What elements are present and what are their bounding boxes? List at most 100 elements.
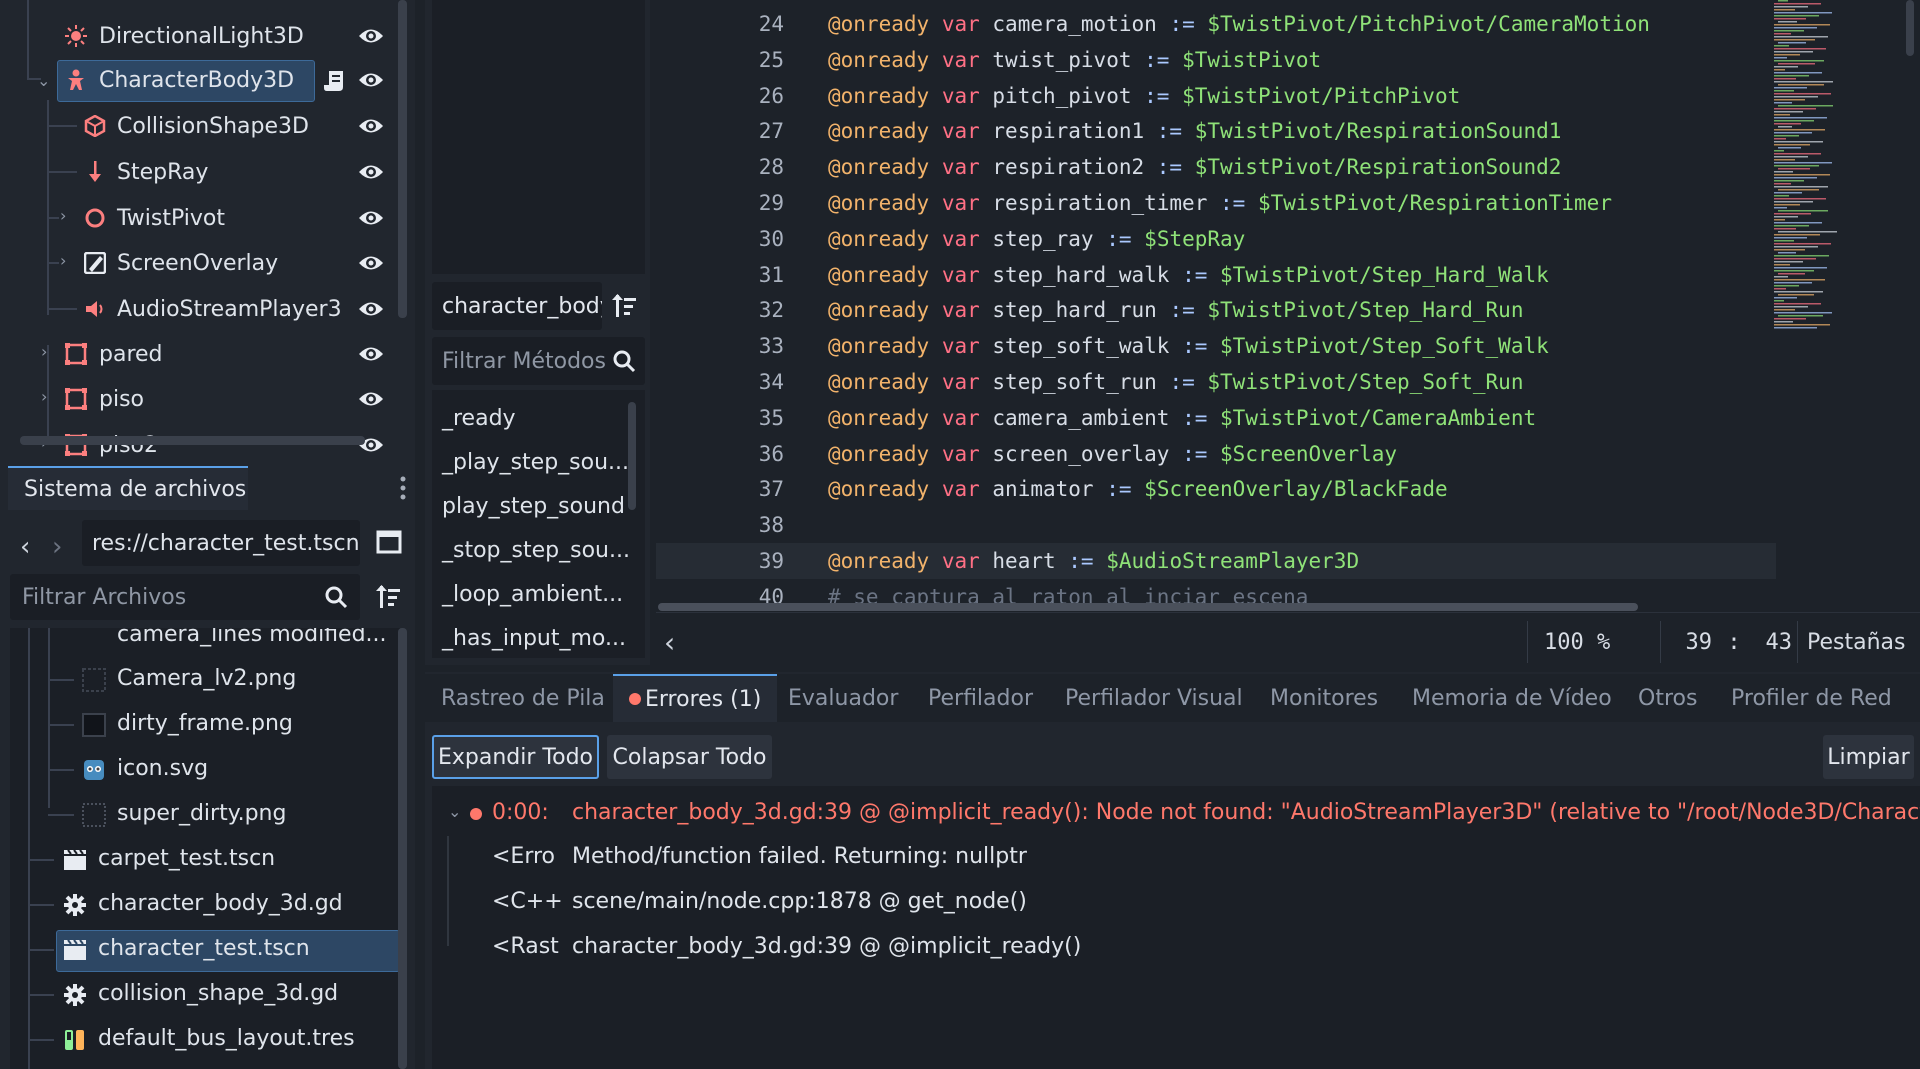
line-number[interactable]: 39: [656, 549, 784, 573]
code-line[interactable]: 25 @onready var twist_pivot := $TwistPivo…: [656, 42, 1776, 78]
sort-icon[interactable]: [376, 584, 402, 610]
tree-item-collisionshape3d[interactable]: CollisionShape3D: [0, 104, 410, 148]
visibility-eye-icon[interactable]: [358, 252, 384, 274]
line-number[interactable]: 27: [656, 119, 784, 143]
line-number[interactable]: 26: [656, 84, 784, 108]
tab-network-profiler[interactable]: Profiler de Red: [1731, 674, 1892, 722]
kebab-menu-icon[interactable]: [400, 476, 406, 500]
tree-item-characterbody3d[interactable]: ⌄ CharacterBody3D: [0, 58, 410, 102]
code-line[interactable]: 29 @onready var respiration_timer := $Twi…: [656, 185, 1776, 221]
vertical-scrollbar[interactable]: [398, 0, 407, 318]
error-detail-row[interactable]: <C++ scene/main/node.cpp:1878 @ get_node…: [440, 881, 1920, 925]
error-detail-row[interactable]: <Erro Method/function failed. Returning:…: [440, 836, 1920, 880]
tab-stack-trace[interactable]: Rastreo de Pila: [441, 674, 605, 722]
line-number[interactable]: 38: [656, 513, 784, 537]
file-item[interactable]: carpet_test.tscn: [10, 838, 400, 882]
tree-item-pared[interactable]: › pared: [0, 332, 410, 376]
chevron-down-icon[interactable]: ⌄: [448, 802, 461, 821]
toggle-panel-arrow-icon[interactable]: ‹: [664, 613, 675, 671]
clear-button[interactable]: Limpiar: [1823, 735, 1914, 779]
indent-mode[interactable]: Pestañas: [1807, 613, 1905, 671]
method-item[interactable]: _play_step_sou...: [442, 450, 629, 475]
zoom-level[interactable]: 100 %: [1544, 613, 1610, 671]
tab-video-memory[interactable]: Memoria de Vídeo: [1412, 674, 1612, 722]
line-number[interactable]: 29: [656, 191, 784, 215]
file-item[interactable]: collision_shape_3d.gd: [10, 973, 400, 1017]
code-line[interactable]: 26 @onready var pitch_pivot := $TwistPivo…: [656, 78, 1776, 114]
file-item[interactable]: icon.svg: [10, 748, 400, 792]
forward-arrow-icon[interactable]: ›: [52, 532, 62, 562]
file-item-selected[interactable]: character_test.tscn: [10, 928, 400, 972]
visibility-eye-icon[interactable]: [358, 115, 384, 137]
error-item[interactable]: ⌄ 0:00: character_body_3d.gd:39 @ @impli…: [440, 792, 1920, 836]
code-line[interactable]: 27 @onready var respiration1 := $TwistPiv…: [656, 113, 1776, 149]
vertical-scrollbar[interactable]: [628, 402, 636, 510]
tree-item-twistpivot[interactable]: › TwistPivot: [0, 196, 410, 240]
tree-item-audiostreamplayer3d[interactable]: AudioStreamPlayer3: [0, 287, 410, 331]
tree-item-screenoverlay[interactable]: › ScreenOverlay: [0, 241, 410, 285]
visibility-eye-icon[interactable]: [358, 343, 384, 365]
line-number[interactable]: 24: [656, 12, 784, 36]
line-number[interactable]: 31: [656, 263, 784, 287]
line-number[interactable]: 36: [656, 442, 784, 466]
visibility-eye-icon[interactable]: [358, 207, 384, 229]
chevron-right-icon[interactable]: ›: [41, 387, 47, 406]
filesystem-tab[interactable]: Sistema de archivos: [8, 466, 248, 510]
chevron-right-icon[interactable]: ›: [60, 251, 66, 270]
vertical-scrollbar[interactable]: [398, 628, 407, 1069]
method-item[interactable]: _ready: [442, 406, 516, 431]
line-number[interactable]: 28: [656, 155, 784, 179]
code-line[interactable]: 28 @onready var respiration2 := $TwistPiv…: [656, 149, 1776, 185]
chevron-right-icon[interactable]: ›: [60, 206, 66, 225]
tree-item-piso[interactable]: › piso: [0, 377, 410, 421]
file-item[interactable]: super_dirty.png: [10, 793, 400, 837]
line-number[interactable]: 34: [656, 370, 784, 394]
visibility-eye-icon[interactable]: [358, 25, 384, 47]
visibility-eye-icon[interactable]: [358, 69, 384, 91]
tab-visual-profiler[interactable]: Perfilador Visual: [1065, 674, 1243, 722]
tab-evaluator[interactable]: Evaluador: [788, 674, 898, 722]
visibility-eye-icon[interactable]: [358, 161, 384, 183]
error-detail-row[interactable]: <Rast character_body_3d.gd:39 @ @implici…: [440, 926, 1920, 970]
chevron-down-icon[interactable]: ⌄: [37, 71, 50, 90]
back-arrow-icon[interactable]: ‹: [20, 532, 30, 562]
script-icon[interactable]: [323, 69, 345, 93]
expand-all-button[interactable]: Expandir Todo: [432, 735, 599, 779]
code-line[interactable]: 37 @onready var animator := $ScreenOverla…: [656, 471, 1776, 507]
collapse-all-button[interactable]: Colapsar Todo: [607, 735, 772, 779]
method-item[interactable]: play_step_sound: [442, 494, 625, 519]
visibility-eye-icon[interactable]: [358, 388, 384, 410]
file-item[interactable]: default_bus_layout.tres: [10, 1018, 400, 1062]
tab-profiler[interactable]: Perfilador: [928, 674, 1033, 722]
tree-item-stepray[interactable]: StepRay: [0, 150, 410, 194]
line-number[interactable]: 30: [656, 227, 784, 251]
file-item[interactable]: dirty_frame.png: [10, 703, 400, 747]
horizontal-scrollbar[interactable]: [20, 436, 365, 445]
code-editor[interactable]: 24 @onready var camera_motion := $TwistPi…: [656, 0, 1920, 665]
path-field[interactable]: res://character_test.tscn: [82, 520, 360, 566]
line-number[interactable]: 33: [656, 334, 784, 358]
line-number[interactable]: 25: [656, 48, 784, 72]
code-line[interactable]: 32 @onready var step_hard_run := $TwistPi…: [656, 292, 1776, 328]
visibility-eye-icon[interactable]: [358, 298, 384, 320]
tab-monitors[interactable]: Monitores: [1270, 674, 1378, 722]
horizontal-scrollbar[interactable]: [658, 603, 1638, 611]
minimap[interactable]: [1774, 0, 1864, 340]
chevron-right-icon[interactable]: ›: [41, 342, 47, 361]
code-line[interactable]: 36 @onready var screen_overlay := $Screen…: [656, 436, 1776, 472]
line-number[interactable]: 32: [656, 298, 784, 322]
code-line[interactable]: 34 @onready var step_soft_run := $TwistPi…: [656, 364, 1776, 400]
split-view-icon[interactable]: [376, 530, 402, 554]
method-item[interactable]: _stop_step_sou...: [442, 538, 630, 563]
code-line[interactable]: 31 @onready var step_hard_walk := $TwistP…: [656, 257, 1776, 293]
file-item[interactable]: camera_lines modified...: [10, 628, 400, 658]
file-item[interactable]: character_body_3d.gd: [10, 883, 400, 927]
tree-item-directionallight3d[interactable]: DirectionalLight3D: [0, 14, 410, 58]
line-number[interactable]: 37: [656, 477, 784, 501]
line-number[interactable]: 35: [656, 406, 784, 430]
tab-other[interactable]: Otros: [1638, 674, 1697, 722]
code-line[interactable]: 30 @onready var step_ray := $StepRay: [656, 221, 1776, 257]
code-line[interactable]: 38: [656, 507, 1776, 543]
code-line[interactable]: 33 @onready var step_soft_walk := $TwistP…: [656, 328, 1776, 364]
code-line[interactable]: 39 @onready var heart := $AudioStreamPlay…: [656, 543, 1776, 579]
